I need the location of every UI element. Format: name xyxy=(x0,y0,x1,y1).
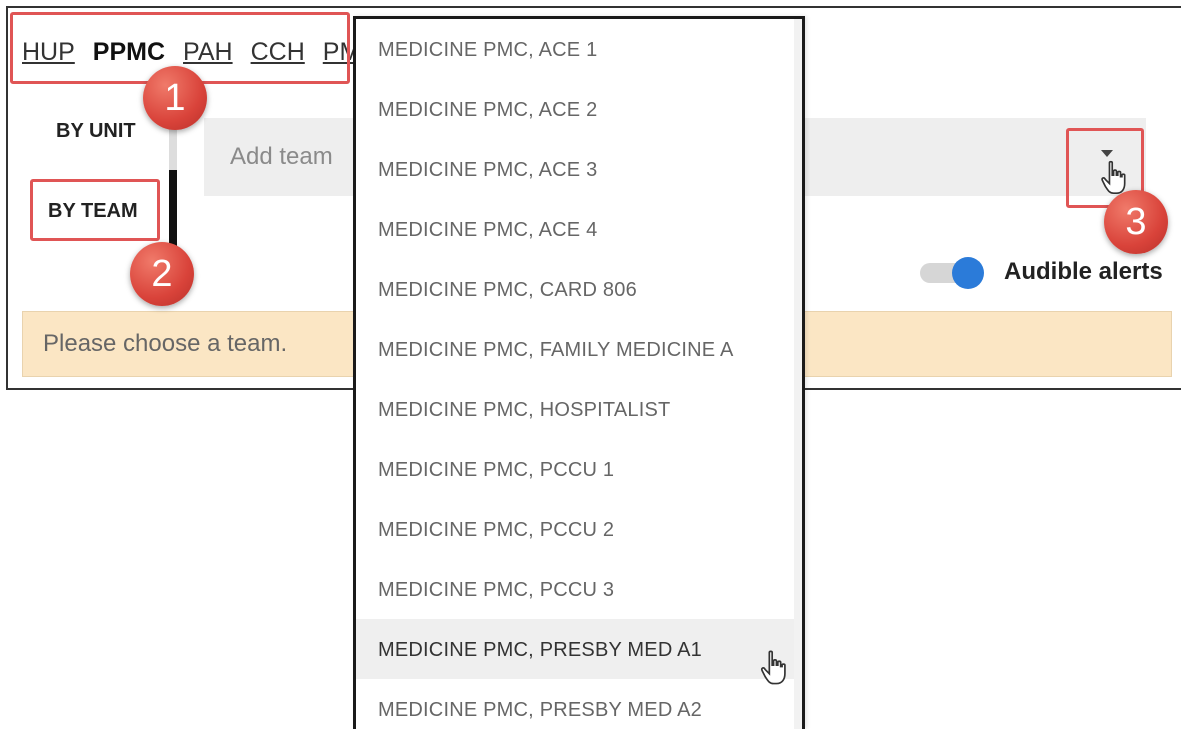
dropdown-scrollbar[interactable] xyxy=(794,19,802,729)
callout-box-by-team xyxy=(30,179,160,241)
team-option[interactable]: MEDICINE PMC, PRESBY MED A2 xyxy=(356,679,802,729)
team-option[interactable]: MEDICINE PMC, PCCU 3 xyxy=(356,559,802,619)
active-tab-bar xyxy=(169,170,177,246)
team-option[interactable]: MEDICINE PMC, ACE 1 xyxy=(356,19,802,79)
team-option[interactable]: MEDICINE PMC, ACE 3 xyxy=(356,139,802,199)
team-option[interactable]: MEDICINE PMC, FAMILY MEDICINE A xyxy=(356,319,802,379)
callout-badge-3: 3 xyxy=(1104,190,1168,254)
audible-alerts-toggle[interactable] xyxy=(918,257,984,289)
hand-pointer-icon xyxy=(761,650,786,685)
side-tab-indicator xyxy=(169,128,177,246)
tab-by-unit[interactable]: BY UNIT xyxy=(56,120,136,143)
team-option[interactable]: MEDICINE PMC, HOSPITALIST xyxy=(356,379,802,439)
callout-badge-2: 2 xyxy=(130,242,194,306)
team-option-hovered[interactable]: MEDICINE PMC, PRESBY MED A1 xyxy=(356,619,802,679)
toggle-knob xyxy=(952,257,984,289)
team-option[interactable]: MEDICINE PMC, PCCU 2 xyxy=(356,499,802,559)
team-option[interactable]: MEDICINE PMC, ACE 4 xyxy=(356,199,802,259)
team-option[interactable]: MEDICINE PMC, PCCU 1 xyxy=(356,439,802,499)
callout-badge-1: 1 xyxy=(143,66,207,130)
team-option[interactable]: MEDICINE PMC, CARD 806 xyxy=(356,259,802,319)
audible-alerts-label: Audible alerts xyxy=(1004,258,1163,285)
team-dropdown-list: MEDICINE PMC, ACE 1 MEDICINE PMC, ACE 2 … xyxy=(353,16,805,729)
team-option[interactable]: MEDICINE PMC, ACE 2 xyxy=(356,79,802,139)
